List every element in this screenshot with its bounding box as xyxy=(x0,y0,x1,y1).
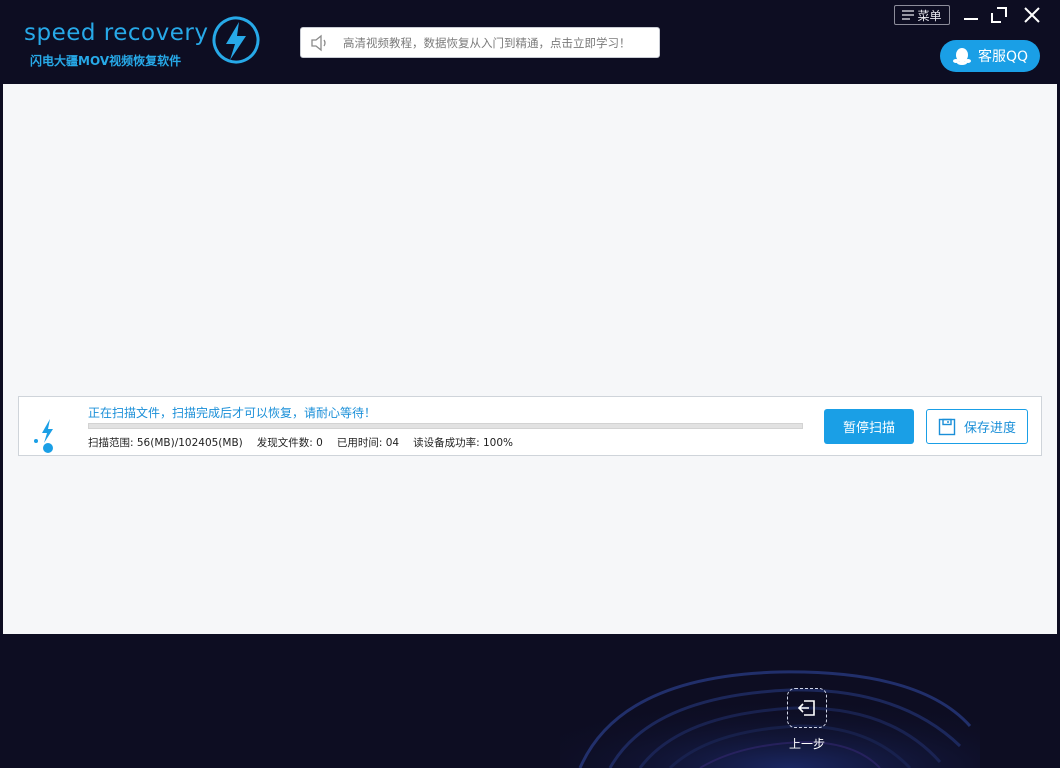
menu-label: 菜单 xyxy=(917,8,942,23)
qq-penguin-icon xyxy=(952,48,971,65)
close-icon[interactable] xyxy=(1022,5,1042,25)
save-progress-button[interactable]: 保存进度 xyxy=(926,409,1028,444)
customer-service-qq-button[interactable]: 客服QQ xyxy=(940,40,1040,72)
decorative-swirl xyxy=(560,666,980,768)
scan-bolt-icon xyxy=(34,419,53,453)
tutorial-notice-bar[interactable]: 高清视频教程，数据恢复从入门到精通，点击立即学习！ xyxy=(300,27,660,58)
floppy-disk-icon xyxy=(938,418,956,435)
header: speed recovery 闪电大疆MOV视频恢复软件 高清视频教程，数据恢复… xyxy=(0,0,1060,82)
qq-label: 客服QQ xyxy=(977,49,1029,65)
scan-stats: 扫描范围: 56(MB)/102405(MB) 发现文件数: 0 已用时间: 0… xyxy=(88,435,513,450)
app-window: speed recovery 闪电大疆MOV视频恢复软件 高清视频教程，数据恢复… xyxy=(0,0,1060,768)
logo-title: speed recovery xyxy=(24,20,209,46)
main-panel: 正在扫描文件，扫描完成后才可以恢复，请耐心等待！ 扫描范围: 56(MB)/10… xyxy=(3,84,1057,634)
lightning-bolt-icon xyxy=(212,16,260,64)
menu-button[interactable]: 菜单 xyxy=(894,5,950,25)
scan-range: 扫描范围: 56(MB)/102405(MB) xyxy=(88,437,243,449)
found-files-count: 发现文件数: 0 xyxy=(256,437,323,449)
pause-scan-button[interactable]: 暂停扫描 xyxy=(824,409,914,444)
scan-progress-bar xyxy=(88,423,803,429)
footer: 上一步 xyxy=(0,634,1060,768)
speaker-icon xyxy=(311,34,326,51)
notice-text: 高清视频教程，数据恢复从入门到精通，点击立即学习！ xyxy=(343,35,631,50)
scan-status-box: 正在扫描文件，扫描完成后才可以恢复，请耐心等待！ 扫描范围: 56(MB)/10… xyxy=(18,396,1042,456)
back-arrow-icon xyxy=(797,700,815,716)
maximize-icon[interactable] xyxy=(989,5,1009,25)
app-logo: speed recovery 闪电大疆MOV视频恢复软件 xyxy=(22,14,262,70)
save-progress-label: 保存进度 xyxy=(963,421,1016,436)
back-label: 上一步 xyxy=(788,737,825,751)
hamburger-icon xyxy=(902,10,915,20)
elapsed-time: 已用时间: 04 xyxy=(336,437,400,449)
logo-subtitle: 闪电大疆MOV视频恢复软件 xyxy=(30,54,182,68)
minimize-icon[interactable] xyxy=(961,5,981,25)
scan-status-text: 正在扫描文件，扫描完成后才可以恢复，请耐心等待！ xyxy=(88,406,377,420)
read-success-rate: 读设备成功率: 100% xyxy=(413,437,513,449)
back-button[interactable] xyxy=(787,688,827,728)
